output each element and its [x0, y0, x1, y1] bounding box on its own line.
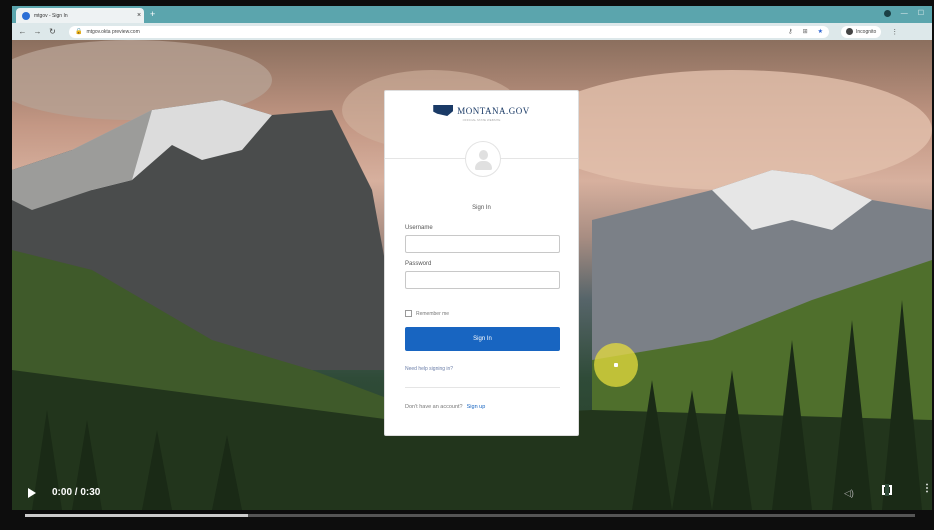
help-link[interactable]: Need help signing in?: [405, 366, 453, 372]
profile-icon[interactable]: [883, 9, 891, 17]
no-account-row: Don't have an account? Sign up: [405, 404, 485, 410]
logo-subtitle: OFFICIAL STATE WEBSITE: [462, 118, 501, 122]
favicon-icon: [22, 11, 30, 20]
browser-menu-icon[interactable]: ⋮: [891, 28, 898, 36]
incognito-icon: [846, 28, 853, 35]
video-progress-bar[interactable]: [25, 514, 915, 517]
username-label: Username: [405, 225, 433, 231]
key-icon[interactable]: ⚷: [788, 28, 792, 35]
maximize-icon[interactable]: ☐: [918, 9, 924, 17]
new-tab-icon[interactable]: +: [150, 9, 155, 19]
incognito-badge[interactable]: Incognito: [841, 25, 882, 38]
lock-icon: 🔒: [75, 29, 83, 35]
user-icon: [479, 150, 488, 160]
password-label: Password: [405, 261, 432, 267]
avatar: [465, 141, 501, 177]
remember-label: Remember me: [416, 310, 450, 317]
login-card: MONTANA.GOV OFFICIAL STATE WEBSITE Sign …: [384, 90, 579, 436]
fullscreen-icon[interactable]: [882, 484, 892, 496]
video-progress-fill: [25, 514, 248, 517]
play-icon[interactable]: [28, 488, 36, 498]
montana-logo: MONTANA.GOV: [385, 105, 578, 116]
no-account-text: Don't have an account?: [405, 404, 463, 410]
tab-title: mtgov - Sign In: [34, 12, 68, 19]
incognito-label: Incognito: [856, 28, 877, 35]
address-bar[interactable]: 🔒 mtgov.okta preview.com ⚷ ⊞ ★: [69, 25, 829, 38]
video-controls: 0:00 / 0:30 ◁) ⋮: [12, 480, 932, 510]
reload-icon[interactable]: ↻: [48, 27, 57, 36]
tab-bar: mtgov - Sign In × + — ☐: [12, 6, 932, 23]
video-time: 0:00 / 0:30: [52, 487, 101, 498]
forward-icon[interactable]: →: [33, 27, 42, 36]
more-icon[interactable]: ⋮: [922, 483, 932, 494]
remember-me[interactable]: Remember me: [405, 310, 449, 317]
cursor-highlight: [594, 343, 638, 387]
browser-toolbar: ← → ↻ 🔒 mtgov.okta preview.com ⚷ ⊞ ★ Inc…: [12, 23, 932, 40]
close-icon[interactable]: ×: [134, 12, 144, 19]
browser-tab[interactable]: mtgov - Sign In ×: [16, 8, 144, 23]
divider: [405, 387, 560, 388]
cursor-icon: [614, 363, 618, 367]
screen: mtgov - Sign In × + — ☐ ← → ↻ 🔒 mtgov.ok…: [0, 0, 934, 530]
window-controls: — ☐: [883, 9, 924, 17]
montana-state-icon: [433, 105, 454, 116]
remember-checkbox[interactable]: [405, 310, 412, 317]
minimize-icon[interactable]: —: [901, 10, 908, 17]
star-icon[interactable]: ★: [818, 28, 823, 35]
extension-icon[interactable]: ⊞: [803, 28, 808, 35]
back-icon[interactable]: ←: [18, 27, 27, 36]
url-text: mtgov.okta preview.com: [86, 28, 140, 35]
username-input[interactable]: [405, 235, 560, 253]
logo-text: MONTANA.GOV: [457, 105, 530, 116]
password-input[interactable]: [405, 271, 560, 289]
page-title: Sign In: [472, 205, 491, 211]
sign-up-link[interactable]: Sign up: [467, 404, 486, 410]
volume-icon[interactable]: ◁): [844, 488, 854, 499]
sign-in-button[interactable]: Sign In: [405, 327, 560, 351]
